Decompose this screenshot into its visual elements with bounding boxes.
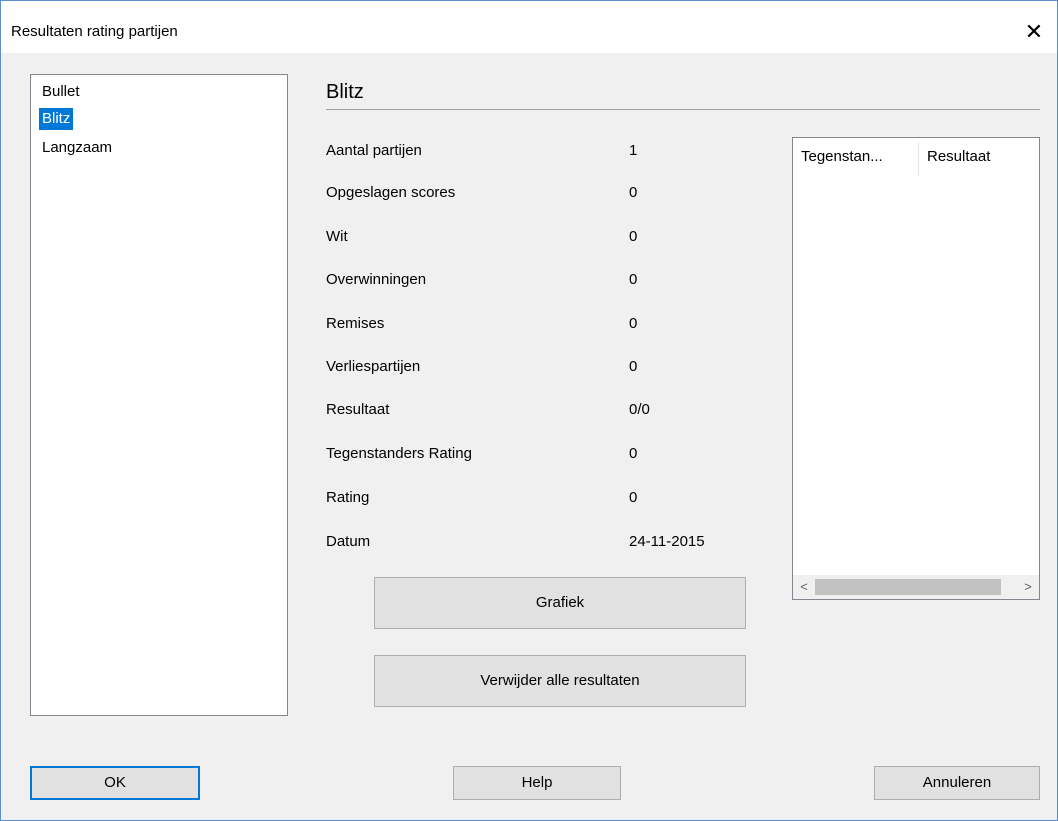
stat-value-losses: 0 bbox=[629, 358, 638, 375]
stat-label-games: Aantal partijen bbox=[326, 142, 422, 159]
stat-label-wins: Overwinningen bbox=[326, 271, 427, 288]
delete-all-results-button[interactable]: Verwijder alle resultaten bbox=[374, 655, 746, 707]
stat-label-draws: Remises bbox=[326, 315, 385, 332]
category-item-bullet[interactable]: Bullet bbox=[39, 81, 83, 103]
results-table[interactable]: Tegenstan... Resultaat < > bbox=[792, 137, 1040, 600]
stat-value-saved-scores: 0 bbox=[629, 184, 638, 201]
stat-value-date: 24-11-2015 bbox=[629, 533, 705, 550]
stat-value-draws: 0 bbox=[629, 315, 638, 332]
stat-value-rating: 0 bbox=[629, 489, 638, 506]
title-bar: Resultaten rating partijen ✕ bbox=[1, 1, 1057, 53]
column-header-result[interactable]: Resultaat bbox=[919, 138, 1039, 176]
stat-label-losses: Verliespartijen bbox=[326, 358, 421, 375]
stat-value-wins: 0 bbox=[629, 271, 638, 288]
section-title: Blitz bbox=[326, 81, 364, 103]
stat-value-opponent-rating: 0 bbox=[629, 445, 638, 462]
window-title: Resultaten rating partijen bbox=[11, 23, 178, 40]
section-divider bbox=[326, 109, 1040, 110]
stat-label-white: Wit bbox=[326, 228, 348, 245]
ok-button[interactable]: OK bbox=[30, 766, 200, 800]
stat-label-saved-scores: Opgeslagen scores bbox=[326, 184, 456, 201]
category-item-blitz[interactable]: Blitz bbox=[39, 108, 74, 130]
stat-label-date: Datum bbox=[326, 533, 371, 550]
category-list[interactable]: Bullet Blitz Langzaam bbox=[30, 74, 288, 716]
scroll-right-icon[interactable]: > bbox=[1019, 575, 1037, 599]
stat-value-games: 1 bbox=[629, 142, 638, 159]
close-button[interactable]: ✕ bbox=[1011, 13, 1057, 51]
scrollbar-thumb[interactable] bbox=[815, 579, 1001, 595]
horizontal-scrollbar[interactable]: < > bbox=[793, 575, 1039, 599]
close-icon: ✕ bbox=[1024, 19, 1044, 44]
dialog-window: Resultaten rating partijen ✕ Bullet Blit… bbox=[0, 0, 1058, 821]
column-header-opponent[interactable]: Tegenstan... bbox=[793, 138, 918, 176]
scroll-left-icon[interactable]: < bbox=[795, 575, 813, 599]
graph-button[interactable]: Grafiek bbox=[374, 577, 746, 629]
stat-label-rating: Rating bbox=[326, 489, 370, 506]
stat-value-result: 0/0 bbox=[629, 401, 650, 418]
stat-label-result: Resultaat bbox=[326, 401, 390, 418]
help-button[interactable]: Help bbox=[453, 766, 621, 800]
cancel-button[interactable]: Annuleren bbox=[874, 766, 1040, 800]
stat-value-white: 0 bbox=[629, 228, 638, 245]
category-item-langzaam[interactable]: Langzaam bbox=[39, 137, 115, 159]
stat-label-opponent-rating: Tegenstanders Rating bbox=[326, 445, 472, 462]
